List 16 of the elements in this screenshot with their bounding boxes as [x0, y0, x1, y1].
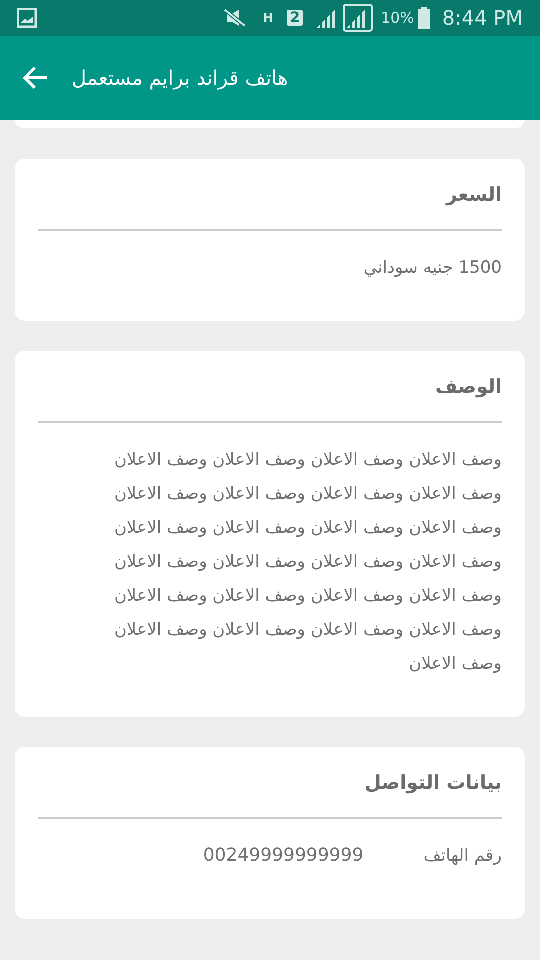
back-button[interactable] [22, 64, 50, 92]
card-text: وصف الاعلان وصف الاعلان وصف الاعلان وصف الاعلان وصف الاعلان وصف الاعلان وصف الاعلان وصف الاعلان وصف الاعلان وصف الاعلان وصف الاعلان وصف الاعلان وصف الاعلان وصف الاعلان وصف الاعلان وصف الاعلان وصف الاعلان وصف الاعلان وصف الاعلان وصف الاعلان وصف الاعلان وصف الاعلان وصف الاعلان وصف الاعلان وصف الاعلان [113, 449, 502, 676]
network-type: H [263, 12, 274, 24]
phone-number: 00249999999999 [203, 844, 364, 868]
card-title: السعر [38, 181, 502, 231]
card-title: بيانات التواصل [38, 769, 502, 819]
gallery-icon [17, 8, 37, 28]
clock: 8:44 PM [442, 5, 523, 32]
card-title: الوصف [38, 373, 502, 423]
card-text: 1500 جنيه سوداني [362, 257, 502, 280]
mute-icon [223, 8, 248, 28]
battery-icon [418, 7, 430, 29]
field-label: رقم الهاتف [424, 845, 502, 868]
screen-title: هاتف قراند برايم مستعمل [72, 65, 288, 92]
sim-badge: 2 [287, 10, 304, 26]
battery-percent: 10% [381, 8, 414, 29]
